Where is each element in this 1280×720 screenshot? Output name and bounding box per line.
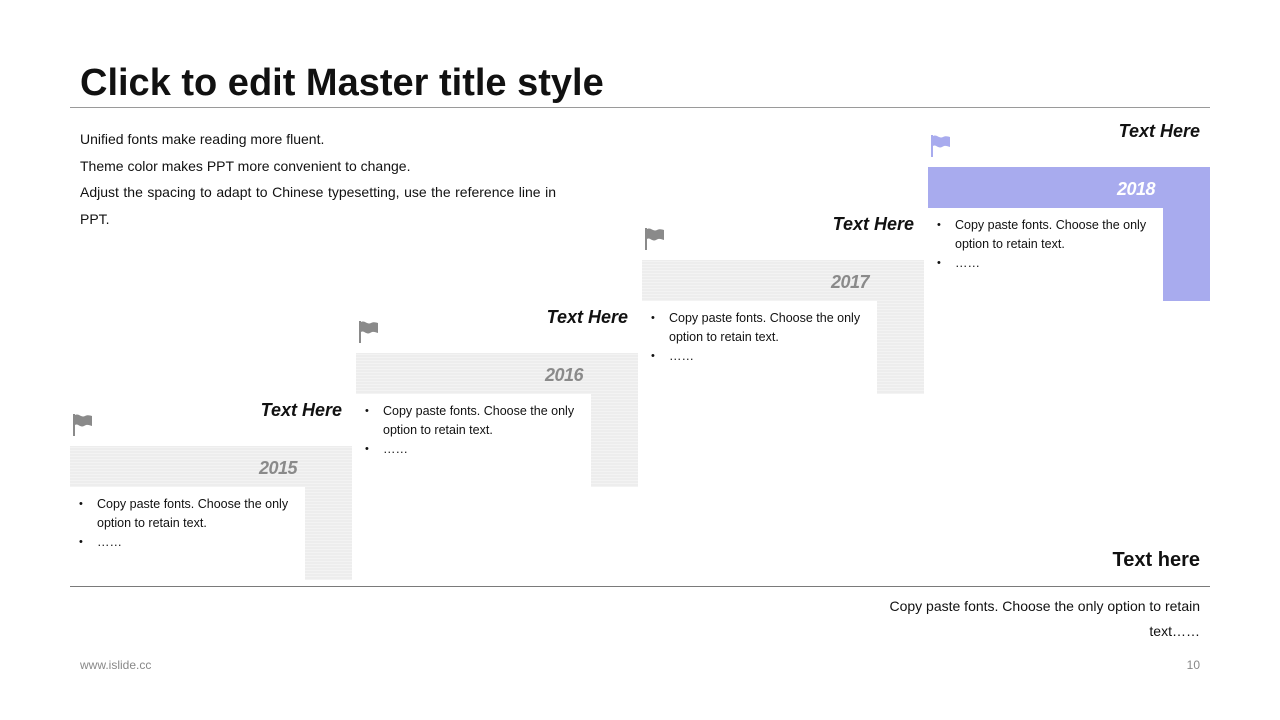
timeline-step-2016: Text Here 2016 Copy paste fonts. Choose … xyxy=(356,307,638,487)
step-year: 2015 xyxy=(258,458,298,478)
bullet-item: …… xyxy=(79,533,305,552)
slide-title: Click to edit Master title style xyxy=(80,62,604,104)
step-bullets: Copy paste fonts. Choose the only option… xyxy=(356,394,591,459)
step-year: 2016 xyxy=(544,365,584,385)
intro-text: Unified fonts make reading more fluent. … xyxy=(80,126,556,232)
bullet-item: …… xyxy=(651,347,877,366)
step-heading: Text Here xyxy=(832,214,914,234)
step-bullets: Copy paste fonts. Choose the only option… xyxy=(70,487,305,552)
flag-icon xyxy=(931,135,950,157)
bullet-item: …… xyxy=(937,254,1163,273)
step-card: Copy paste fonts. Choose the only option… xyxy=(70,487,305,580)
step-year: 2018 xyxy=(1116,179,1156,199)
step-card: Copy paste fonts. Choose the only option… xyxy=(928,208,1163,301)
timeline-step-2015: Text Here 2015 Copy paste fonts. Choose … xyxy=(70,400,352,580)
title-divider xyxy=(70,107,1210,108)
footer-website: www.islide.cc xyxy=(80,658,152,672)
bullet-item: Copy paste fonts. Choose the only option… xyxy=(651,309,877,347)
summary-text: Copy paste fonts. Choose the only option… xyxy=(889,598,1200,639)
intro-line: Adjust the spacing to adapt to Chinese t… xyxy=(80,184,556,227)
step-card: Copy paste fonts. Choose the only option… xyxy=(642,301,877,394)
timeline-step-2017: Text Here 2017 Copy paste fonts. Choose … xyxy=(642,214,924,394)
bullet-item: Copy paste fonts. Choose the only option… xyxy=(365,402,591,440)
step-heading: Text Here xyxy=(1118,121,1200,141)
bullet-item: Copy paste fonts. Choose the only option… xyxy=(937,216,1163,254)
timeline-step-2018: Text Here 2018 Copy paste fonts. Choose … xyxy=(928,121,1210,301)
step-bullets: Copy paste fonts. Choose the only option… xyxy=(928,208,1163,273)
flag-icon xyxy=(359,321,378,343)
step-card: Copy paste fonts. Choose the only option… xyxy=(356,394,591,487)
bullet-item: …… xyxy=(365,440,591,459)
step-heading: Text Here xyxy=(546,307,628,327)
step-year: 2017 xyxy=(830,272,870,292)
step-bullets: Copy paste fonts. Choose the only option… xyxy=(642,301,877,366)
intro-line: Theme color makes PPT more convenient to… xyxy=(80,157,411,174)
bullet-item: Copy paste fonts. Choose the only option… xyxy=(79,495,305,533)
page-number: 10 xyxy=(1186,658,1200,672)
summary-title: Text here xyxy=(1112,549,1200,571)
bottom-divider xyxy=(70,586,1210,587)
flag-icon xyxy=(645,228,664,250)
intro-line: Unified fonts make reading more fluent. xyxy=(80,131,325,147)
flag-icon xyxy=(73,414,92,436)
step-heading: Text Here xyxy=(260,400,342,420)
